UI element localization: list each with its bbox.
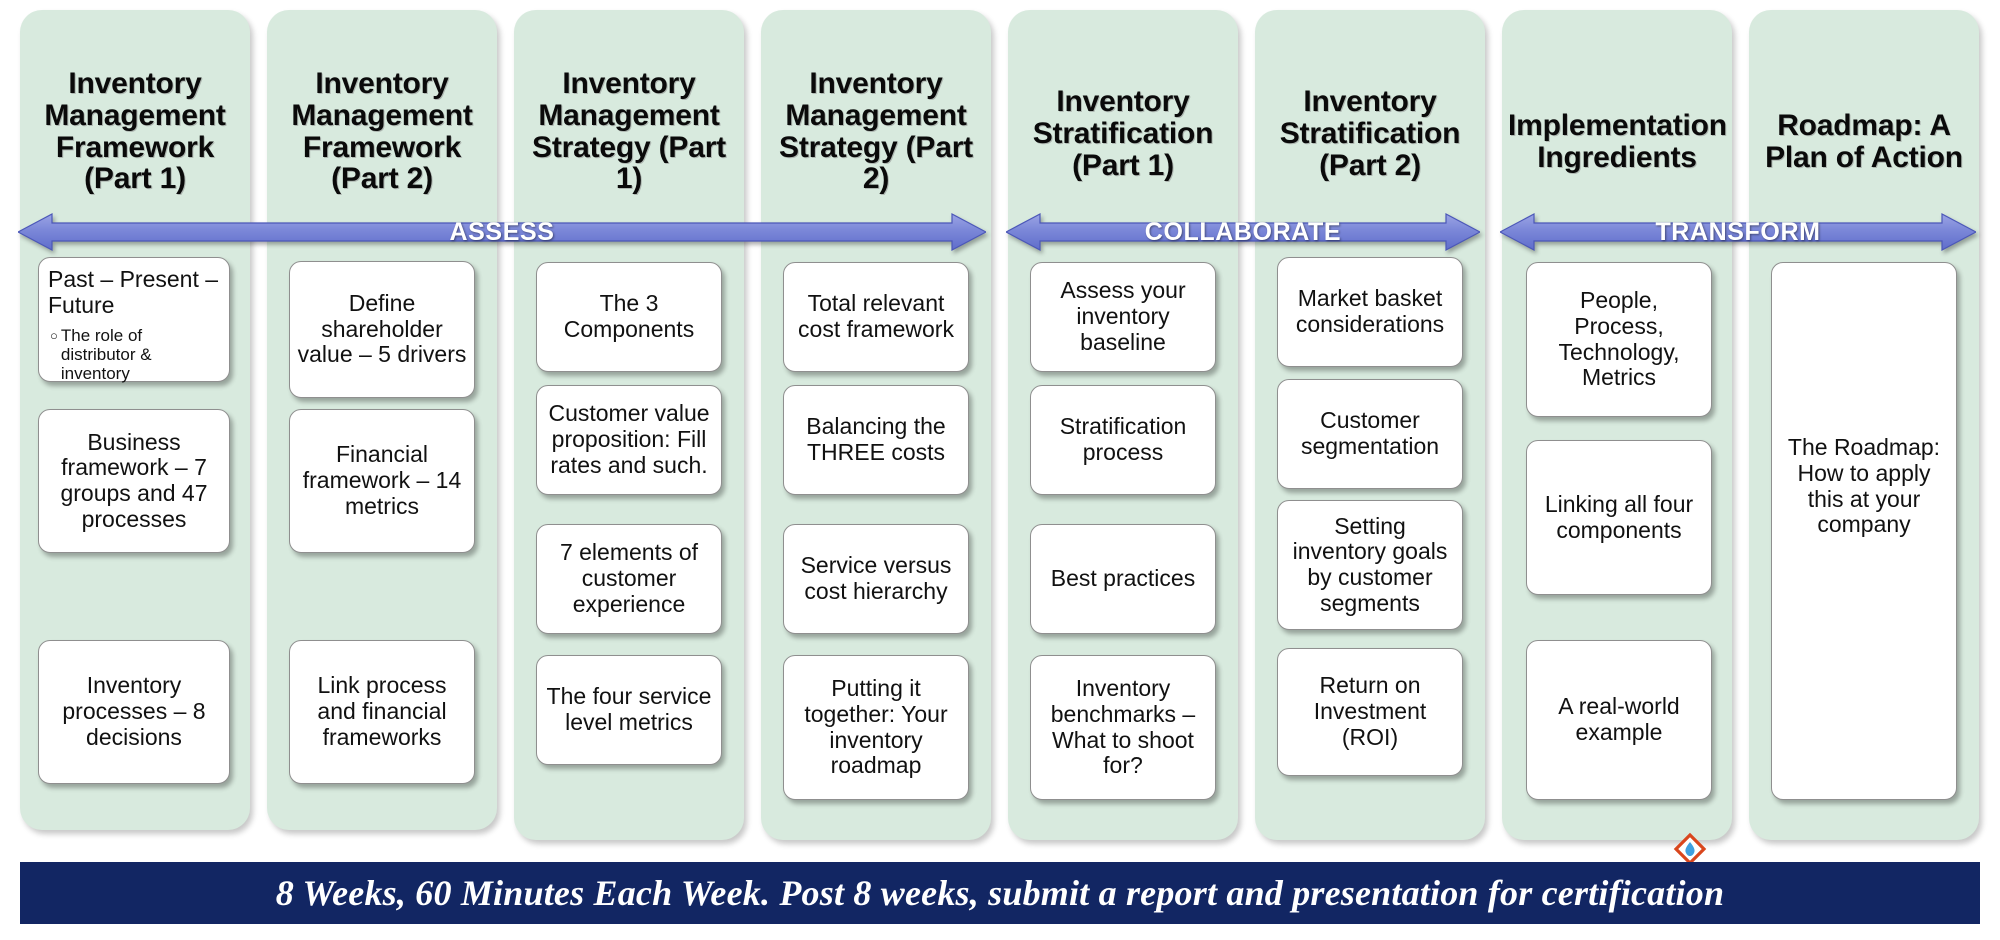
column-title-2: Inventory Management Framework (Part 2) — [291, 67, 473, 196]
content-box-title: Customer segmentation — [1300, 407, 1440, 459]
column-title-4: Inventory Management Strategy (Part 2) — [779, 67, 973, 196]
content-box-6-4[interactable]: Return on Investment (ROI) — [1277, 648, 1463, 776]
double-arrow-icon — [18, 213, 986, 251]
column-title-5: Inventory Stratification (Part 1) — [1032, 85, 1214, 182]
phase-arrow-collaborate: COLLABORATE — [1006, 212, 1480, 252]
diamond-flame-logo-icon — [1673, 832, 1707, 866]
content-box-title: Business framework – 7 groups and 47 pro… — [60, 428, 208, 532]
content-box-title: Define shareholder value – 5 drivers — [297, 289, 467, 368]
content-box-title: Linking all four components — [1544, 490, 1694, 543]
content-box-5-4[interactable]: Inventory benchmarks – What to shoot for… — [1030, 655, 1216, 800]
content-box-title: Service versus cost hierarchy — [800, 552, 952, 604]
content-box-bullet: ○ The role of distributor & inventory — [48, 326, 220, 384]
content-box-5-3[interactable]: Best practices — [1030, 524, 1216, 634]
content-box-title: Past – Present – Future — [48, 266, 219, 318]
slide-canvas: Inventory Management Framework (Part 1) … — [0, 0, 2000, 940]
content-box-3-4[interactable]: The four service level metrics — [536, 655, 722, 765]
content-box-title: A real-world example — [1558, 693, 1680, 745]
content-box-7-3[interactable]: A real-world example — [1526, 640, 1712, 800]
double-arrow-icon — [1500, 213, 1976, 251]
content-box-4-4[interactable]: Putting it together: Your inventory road… — [783, 655, 969, 800]
column-title-1: Inventory Management Framework (Part 1) — [44, 67, 226, 196]
content-box-title: People, Process, Technology, Metrics — [1558, 287, 1680, 391]
content-box-3-2[interactable]: Customer value proposition: Fill rates a… — [536, 385, 722, 495]
content-box-title: Financial framework – 14 metrics — [302, 441, 462, 519]
content-box-title: Market basket considerations — [1295, 285, 1445, 337]
content-box-4-1[interactable]: Total relevant cost framework — [783, 262, 969, 372]
content-box-title: The Roadmap: How to apply this at your c… — [1787, 434, 1941, 538]
content-box-5-1[interactable]: Assess your inventory baseline — [1030, 262, 1216, 372]
content-box-title: Inventory processes – 8 decisions — [62, 672, 206, 750]
bullet-text: The role of distributor & inventory — [60, 325, 152, 384]
content-box-title: Return on Investment (ROI) — [1313, 672, 1427, 750]
footer-banner-text: 8 Weeks, 60 Minutes Each Week. Post 8 we… — [275, 873, 1725, 913]
content-box-3-3[interactable]: 7 elements of customer experience — [536, 524, 722, 634]
bullet-circle-icon: ○ — [50, 327, 58, 343]
content-box-2-1[interactable]: Define shareholder value – 5 drivers — [289, 261, 475, 398]
column-title-8: Roadmap: A Plan of Action — [1765, 109, 1963, 174]
content-box-1-2[interactable]: Business framework – 7 groups and 47 pro… — [38, 409, 230, 553]
column-title-6: Inventory Stratification (Part 2) — [1279, 85, 1461, 182]
column-title-7: Implementation Ingredients — [1508, 109, 1727, 174]
content-box-6-2[interactable]: Customer segmentation — [1277, 379, 1463, 489]
phase-arrow-transform: TRANSFORM — [1500, 212, 1976, 252]
double-arrow-icon — [1006, 213, 1480, 251]
content-box-title: Balancing the THREE costs — [806, 413, 946, 465]
content-box-5-2[interactable]: Stratification process — [1030, 385, 1216, 495]
content-box-title: Total relevant cost framework — [798, 290, 954, 342]
column-title-3: Inventory Management Strategy (Part 1) — [532, 67, 726, 196]
content-box-3-1[interactable]: The 3 Components — [536, 262, 722, 372]
content-box-2-3[interactable]: Link process and financial frameworks — [289, 640, 475, 784]
content-box-title: Customer value proposition: Fill rates a… — [548, 400, 710, 478]
content-box-title: Putting it together: Your inventory road… — [804, 675, 948, 779]
content-box-title: Assess your inventory baseline — [1060, 277, 1186, 355]
content-box-4-2[interactable]: Balancing the THREE costs — [783, 385, 969, 495]
content-box-8-1[interactable]: The Roadmap: How to apply this at your c… — [1771, 262, 1957, 800]
footer-banner: 8 Weeks, 60 Minutes Each Week. Post 8 we… — [20, 862, 1980, 924]
content-box-6-1[interactable]: Market basket considerations — [1277, 257, 1463, 367]
content-box-1-1[interactable]: Past – Present – Future ○ The role of di… — [38, 257, 230, 384]
content-box-7-2[interactable]: Linking all four components — [1526, 440, 1712, 595]
content-box-4-3[interactable]: Service versus cost hierarchy — [783, 524, 969, 634]
content-box-7-1[interactable]: People, Process, Technology, Metrics — [1526, 262, 1712, 417]
content-box-title: Link process and financial frameworks — [317, 672, 447, 750]
content-box-title: Best practices — [1050, 565, 1196, 592]
content-box-title: Stratification process — [1059, 413, 1187, 465]
content-box-6-3[interactable]: Setting inventory goals by customer segm… — [1277, 500, 1463, 630]
content-box-1-3[interactable]: Inventory processes – 8 decisions — [38, 640, 230, 784]
content-box-2-2[interactable]: Financial framework – 14 metrics — [289, 409, 475, 553]
content-box-title: Setting inventory goals by customer segm… — [1292, 512, 1448, 616]
content-box-title: The four service level metrics — [546, 683, 712, 735]
phase-arrow-assess: ASSESS — [18, 212, 986, 252]
content-box-title: Inventory benchmarks – What to shoot for… — [1050, 675, 1196, 779]
content-box-title: 7 elements of customer experience — [559, 539, 699, 617]
content-box-title: The 3 Components — [563, 290, 695, 342]
